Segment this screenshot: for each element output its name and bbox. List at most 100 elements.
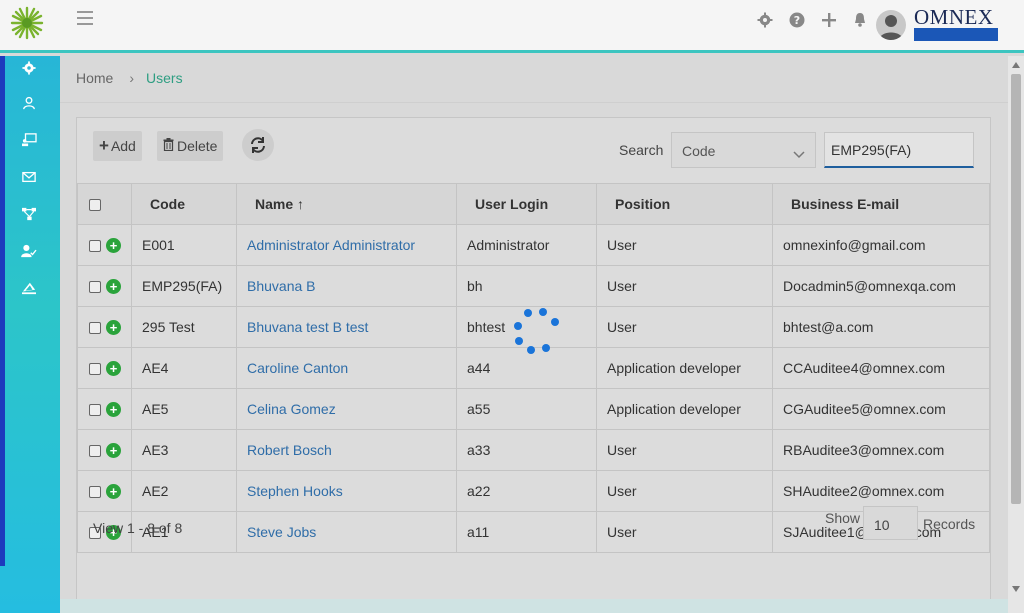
- row-checkbox[interactable]: [89, 444, 101, 457]
- refresh-button[interactable]: [242, 129, 274, 161]
- users-table: Code Name ↑ User Login Position Business…: [77, 183, 990, 553]
- spinner-dot: [551, 318, 559, 326]
- table-row: + E001 Administrator Administrator Admin…: [77, 224, 990, 266]
- add-button-label: Add: [110, 138, 136, 154]
- row-checkbox[interactable]: [89, 403, 101, 416]
- spinner-dot: [527, 346, 535, 354]
- menu-toggle-icon[interactable]: [77, 11, 93, 25]
- plus-icon: +: [99, 136, 109, 155]
- spinner-dot: [542, 344, 550, 352]
- spinner-dot: [524, 309, 532, 317]
- cell-login: a22: [456, 470, 597, 512]
- help-icon[interactable]: ?: [787, 10, 807, 30]
- cell-name-link[interactable]: Robert Bosch: [236, 429, 457, 471]
- app-logo[interactable]: [10, 6, 44, 40]
- cell-name-link[interactable]: Steve Jobs: [236, 511, 457, 553]
- bell-icon[interactable]: [850, 10, 870, 30]
- svg-text:?: ?: [794, 14, 800, 27]
- cell-position: Application developer: [596, 388, 773, 430]
- search-field-select[interactable]: Code: [671, 132, 816, 168]
- header-code[interactable]: Code: [131, 183, 237, 225]
- delete-button[interactable]: Delete: [157, 131, 224, 161]
- spinner-dot: [539, 308, 547, 316]
- brand-name: OMNEX: [914, 5, 994, 29]
- plus-icon[interactable]: [819, 10, 839, 30]
- cell-name-link[interactable]: Celina Gomez: [236, 388, 457, 430]
- delete-button-label: Delete: [177, 138, 218, 154]
- header-business-email[interactable]: Business E-mail: [772, 183, 990, 225]
- expand-row-icon[interactable]: +: [106, 238, 121, 254]
- scroll-up-arrow-icon[interactable]: [1012, 62, 1020, 68]
- row-select-cell: +: [77, 470, 132, 512]
- header-name[interactable]: Name ↑: [236, 183, 457, 225]
- add-button[interactable]: + Add: [93, 131, 142, 161]
- row-checkbox[interactable]: [89, 362, 101, 375]
- refresh-icon: [251, 137, 265, 153]
- row-select-cell: +: [77, 224, 132, 266]
- chevron-down-icon: [793, 146, 805, 162]
- expand-row-icon[interactable]: +: [106, 402, 121, 418]
- gear-icon[interactable]: [18, 58, 40, 78]
- cell-email: CCAuditee4@omnex.com: [772, 347, 990, 389]
- page-scrollbar[interactable]: [1008, 56, 1024, 613]
- cell-name-link[interactable]: Administrator Administrator: [236, 224, 457, 266]
- user-icon[interactable]: [18, 93, 40, 113]
- table-row: + AE3 Robert Bosch a33 User RBAuditee3@o…: [77, 429, 990, 471]
- trash-icon: [163, 138, 174, 154]
- top-header: ? OMNEX: [0, 0, 1024, 53]
- loading-spinner: [512, 306, 560, 356]
- cell-code: AE5: [131, 388, 237, 430]
- spinner-dot: [514, 322, 522, 330]
- cell-email: Docadmin5@omnexqa.com: [772, 265, 990, 307]
- search-label: Search: [619, 142, 664, 158]
- user-check-icon[interactable]: [18, 241, 40, 261]
- cell-code: AE3: [131, 429, 237, 471]
- users-panel: + Add Delete Search Code EMP295(FA) Code…: [76, 117, 991, 613]
- search-field-value: Code: [682, 143, 716, 159]
- cell-name-link[interactable]: Bhuvana test B test: [236, 306, 457, 348]
- search-input[interactable]: [824, 132, 974, 168]
- avatar[interactable]: [876, 10, 906, 40]
- settings-icon[interactable]: [755, 10, 775, 30]
- breadcrumb: Home › Users: [76, 70, 183, 86]
- breadcrumb-home[interactable]: Home: [76, 70, 113, 86]
- row-select-cell: +: [77, 347, 132, 389]
- expand-row-icon[interactable]: +: [106, 443, 121, 459]
- select-all-cell: [77, 183, 132, 225]
- row-checkbox[interactable]: [89, 239, 101, 252]
- cell-login: a33: [456, 429, 597, 471]
- cell-code: EMP295(FA): [131, 265, 237, 307]
- brand-bar: [914, 28, 998, 41]
- sidebar-accent-bar: [0, 56, 5, 566]
- row-checkbox[interactable]: [89, 280, 101, 293]
- cell-position: User: [596, 429, 773, 471]
- cell-email: CGAuditee5@omnex.com: [772, 388, 990, 430]
- spinner-dot: [515, 337, 523, 345]
- row-checkbox[interactable]: [89, 485, 101, 498]
- chalkboard-icon[interactable]: [18, 130, 40, 150]
- cell-name-link[interactable]: Stephen Hooks: [236, 470, 457, 512]
- header-position[interactable]: Position: [596, 183, 773, 225]
- records-label: Records: [923, 516, 976, 532]
- select-all-checkbox[interactable]: [89, 199, 101, 212]
- cell-name-link[interactable]: Bhuvana B: [236, 265, 457, 307]
- cell-email: omnexinfo@gmail.com: [772, 224, 990, 266]
- cell-code: 295 Test: [131, 306, 237, 348]
- scroll-thumb[interactable]: [1011, 74, 1021, 504]
- org-tree-icon[interactable]: [18, 204, 40, 224]
- page-size-select[interactable]: 10: [863, 506, 918, 540]
- signature-icon[interactable]: [18, 278, 40, 298]
- expand-row-icon[interactable]: +: [106, 279, 121, 295]
- row-checkbox[interactable]: [89, 321, 101, 334]
- cell-position: User: [596, 265, 773, 307]
- expand-row-icon[interactable]: +: [106, 320, 121, 336]
- scroll-down-arrow-icon[interactable]: [1012, 586, 1020, 592]
- cell-position: User: [596, 470, 773, 512]
- mail-icon[interactable]: [18, 167, 40, 187]
- cell-position: Application developer: [596, 347, 773, 389]
- expand-row-icon[interactable]: +: [106, 484, 121, 500]
- expand-row-icon[interactable]: +: [106, 361, 121, 377]
- cell-name-link[interactable]: Caroline Canton: [236, 347, 457, 389]
- header-user-login[interactable]: User Login: [456, 183, 597, 225]
- row-select-cell: +: [77, 388, 132, 430]
